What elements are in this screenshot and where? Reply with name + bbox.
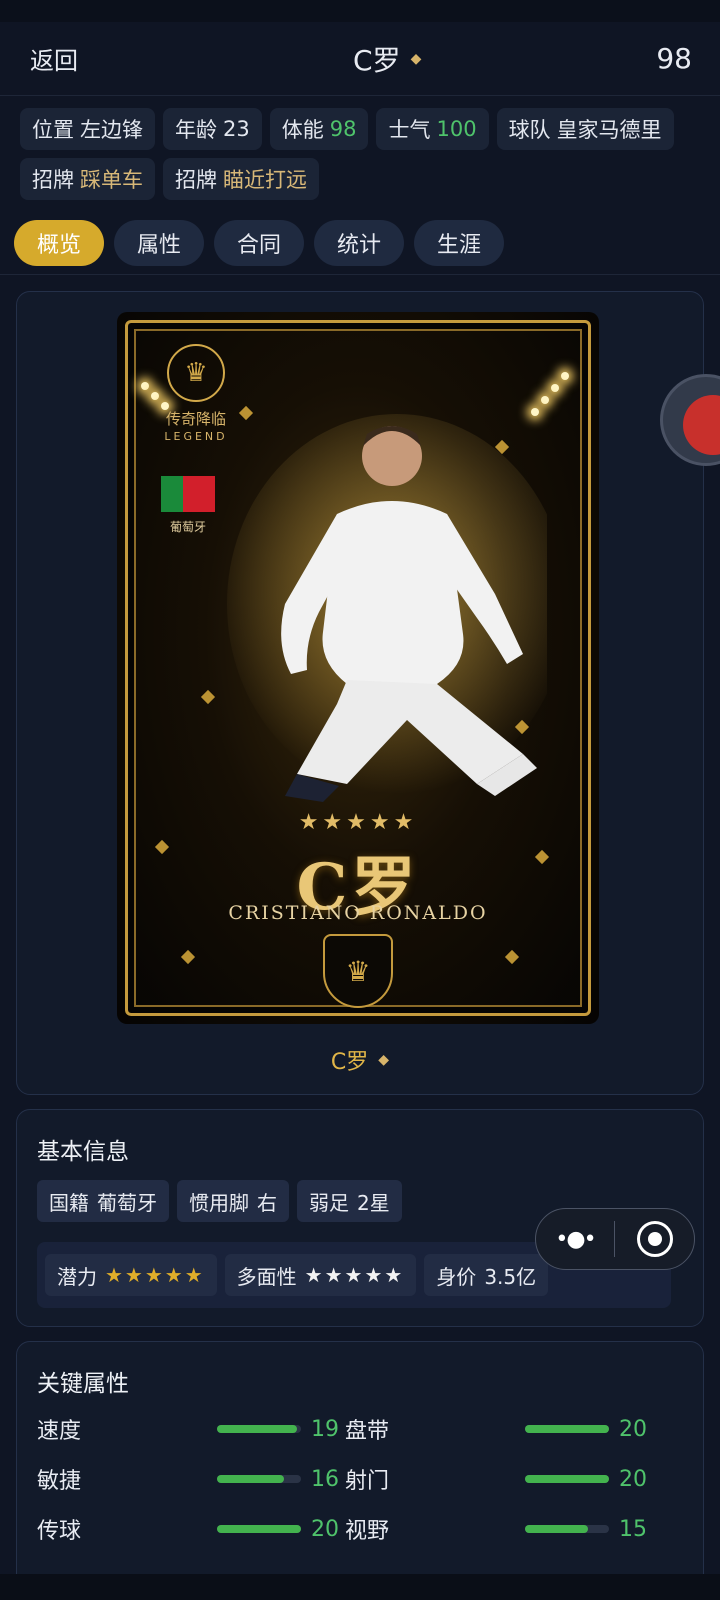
chip-label: 位置 [32,118,74,142]
attribute-value: 20 [619,1466,647,1492]
chip-label: 招牌 [175,168,217,192]
player-card-panel: ♛ 传奇降临 LEGEND 葡萄牙 ★★★★★ C罗 CRISTIANO RON… [16,291,704,1095]
card-full-name: CRISTIANO RONALDO [228,902,488,924]
basic-info-row: 国籍 葡萄牙 惯用脚 右 弱足 2星 [37,1180,402,1222]
attribute-bar [525,1425,609,1433]
page-title-text: C罗 [353,43,401,77]
attribute-value: 20 [619,1416,647,1442]
chip-position: 位置 左边锋 [20,108,155,150]
attribute-name: 射门 [345,1469,390,1494]
legend-crest-icon: ♛ [167,344,225,402]
attribute-name: 传球 [37,1519,82,1544]
page-title: C罗 ◆ [353,39,421,79]
miniprogram-capsule: •●• [535,1208,695,1270]
chip-value: 左边锋 [80,118,143,142]
diamond-icon: ◆ [378,1052,390,1068]
chip-value: 踩单车 [80,168,143,192]
chip-value: 2星 [357,1190,390,1215]
tab-overview[interactable]: 概览 [14,220,104,266]
target-icon[interactable] [637,1221,673,1257]
top-bar: 返回 C罗 ◆ 98 [0,22,720,96]
attribute-bar [525,1525,609,1533]
overall-rating: 98 [656,42,692,75]
attribute-row: 射门 20 [345,1464,649,1495]
chip-value: 98 [329,117,357,141]
market-value-chip: 身价 3.5亿 [424,1254,549,1296]
chip-label: 球队 [508,118,551,142]
chip-value: 瞄近打远 [223,168,307,192]
chip-team: 球队 皇家马德里 [496,108,674,150]
player-image [227,414,547,802]
chip-label: 多面性 [236,1264,297,1289]
tab-contract[interactable]: 合同 [214,220,304,266]
status-bar [0,0,720,22]
chip-stamina: 体能 98 [269,108,369,150]
club-emblem-icon: ♛ [323,934,393,1008]
chip-label: 体能 [281,118,324,142]
card-caption-text: C罗 [330,1050,369,1075]
preferred-foot-chip: 惯用脚 右 [177,1180,289,1222]
more-dots-icon[interactable]: •●• [536,1227,614,1252]
attribute-name: 视野 [345,1519,390,1544]
divider [0,274,720,275]
chip-signature-move-2: 招牌 瞄近打远 [163,158,319,200]
chip-label: 国籍 [49,1190,89,1215]
chip-value: 皇家马德里 [556,118,662,142]
chip-label: 招牌 [32,168,74,192]
attribute-value: 15 [619,1516,647,1542]
chip-value: 3.5亿 [484,1264,537,1289]
attribute-name: 盘带 [345,1419,390,1444]
chip-morale: 士气 100 [376,108,489,150]
chip-label: 潜力 [57,1264,97,1289]
attribute-row: 敏捷 16 [37,1464,341,1495]
portugal-flag-icon [161,476,215,512]
potential-stars: ★★★★★ [105,1263,205,1287]
chip-value: 右 [257,1190,277,1215]
versatility-stars: ★★★★★ [304,1263,405,1287]
attribute-bar [525,1475,609,1483]
chip-label: 士气 [388,118,431,142]
attribute-value: 16 [311,1466,339,1492]
attribute-row: 速度 19 [37,1414,341,1445]
tab-attributes[interactable]: 属性 [114,220,204,266]
chip-label: 年龄 [175,118,217,142]
bottom-safe-area [0,1574,720,1600]
key-attributes-panel: 关键属性 速度 19 敏捷 16 传球 20 盘带 20 射门 20 视野 15 [16,1341,704,1600]
tab-bar: 概览 属性 合同 统计 生涯 [0,220,720,266]
attribute-bar [217,1475,301,1483]
chip-age: 年龄 23 [163,108,262,150]
attribute-value: 20 [311,1516,339,1542]
attribute-value: 19 [311,1416,339,1442]
capsule-divider [614,1221,615,1257]
attribute-name: 速度 [37,1419,82,1444]
diamond-icon: ◆ [410,50,422,67]
chip-signature-move-1: 招牌 踩单车 [20,158,155,200]
chip-value: 23 [223,117,250,141]
chip-label: 身价 [436,1264,477,1289]
attribute-bar [217,1425,301,1433]
chip-value: 葡萄牙 [97,1190,157,1215]
attribute-row: 视野 15 [345,1514,649,1545]
nation-label: 葡萄牙 [169,520,206,534]
attribute-row: 传球 20 [37,1514,341,1545]
attribute-row: 盘带 20 [345,1414,649,1445]
chip-value: 100 [436,117,477,141]
chip-label: 弱足 [309,1190,349,1215]
potential-chip: 潜力 ★★★★★ [45,1254,217,1296]
chip-label: 惯用脚 [189,1190,249,1215]
attribute-name: 敏捷 [37,1469,82,1494]
back-button[interactable]: 返回 [30,41,78,76]
player-card[interactable]: ♛ 传奇降临 LEGEND 葡萄牙 ★★★★★ C罗 CRISTIANO RON… [117,312,599,1024]
card-caption: C罗 ◆ [17,1044,703,1076]
versatility-chip: 多面性 ★★★★★ [224,1254,417,1296]
attribute-bar [217,1525,301,1533]
player-summary-chips: 位置 左边锋 年龄 23 体能 98 士气 100 球队 皇家马德里 招牌 踩单… [0,96,720,200]
tab-stats[interactable]: 统计 [314,220,404,266]
card-stars: ★★★★★ [298,810,418,835]
nationality-chip: 国籍 葡萄牙 [37,1180,169,1222]
section-title: 基本信息 [37,1139,129,1165]
weak-foot-chip: 弱足 2星 [297,1180,402,1222]
section-title: 关键属性 [37,1371,129,1397]
tab-career[interactable]: 生涯 [414,220,504,266]
